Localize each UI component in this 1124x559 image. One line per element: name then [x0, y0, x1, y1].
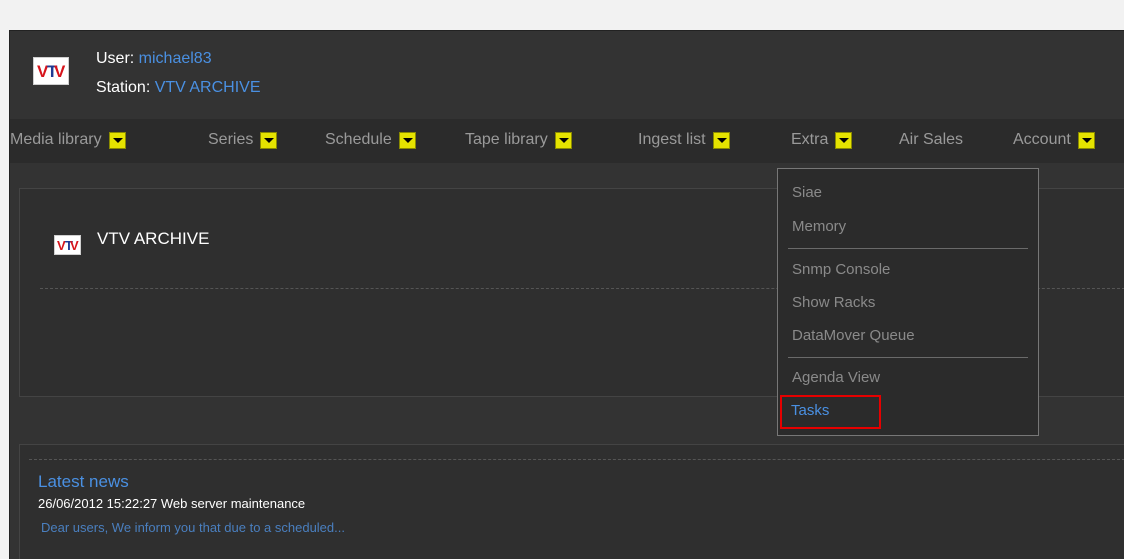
menu-media-library[interactable]: Media library: [10, 130, 126, 150]
menu-option-siae[interactable]: Siae: [792, 184, 822, 201]
menu-option-datamover-queue[interactable]: DataMover Queue: [792, 327, 915, 344]
news-item-headline: 26/06/2012 15:22:27 Web server maintenan…: [38, 496, 306, 511]
user-info: User: michael83: [96, 50, 212, 68]
dropdown-arrow-icon[interactable]: [835, 131, 853, 149]
user-name-link[interactable]: michael83: [139, 50, 212, 67]
latest-news-title[interactable]: Latest news: [38, 472, 129, 492]
vtv-logo-small: V T V: [54, 235, 81, 255]
menu-tape-library[interactable]: Tape library: [465, 130, 572, 150]
menu-option-show-racks[interactable]: Show Racks: [792, 294, 875, 311]
menu-option-memory[interactable]: Memory: [792, 218, 846, 235]
menu-option-agenda-view[interactable]: Agenda View: [792, 369, 880, 386]
menu-air-sales[interactable]: Air Sales: [899, 130, 963, 150]
menu-account[interactable]: Account: [1013, 130, 1095, 150]
menu-series[interactable]: Series: [208, 130, 278, 150]
station-info: Station: VTV ARCHIVE: [96, 79, 261, 97]
menu-option-tasks[interactable]: Tasks: [791, 402, 829, 419]
user-label: User:: [96, 50, 139, 67]
dropdown-arrow-icon[interactable]: [398, 131, 416, 149]
menu-ingest-list[interactable]: Ingest list: [638, 130, 730, 150]
dropdown-arrow-icon[interactable]: [260, 131, 278, 149]
divider: [29, 459, 1124, 460]
dropdown-arrow-icon[interactable]: [1077, 131, 1095, 149]
menu-schedule[interactable]: Schedule: [325, 130, 416, 150]
station-name-link[interactable]: VTV ARCHIVE: [155, 79, 261, 96]
dropdown-arrow-icon[interactable]: [554, 131, 572, 149]
menu-separator: [788, 357, 1028, 358]
menu-option-snmp-console[interactable]: Snmp Console: [792, 261, 890, 278]
vtv-logo: V T V: [33, 57, 69, 85]
menu-extra[interactable]: Extra: [791, 130, 853, 150]
menu-separator: [788, 248, 1028, 249]
main-menubar: Media library Series Schedule Tape libra…: [10, 119, 1124, 163]
station-label: Station:: [96, 79, 155, 96]
news-item-excerpt-link[interactable]: Dear users, We inform you that due to a …: [41, 520, 345, 535]
app-window: V T V User: michael83 Station: VTV ARCHI…: [9, 30, 1124, 559]
station-panel-title: VTV ARCHIVE: [97, 229, 210, 248]
dropdown-arrow-icon[interactable]: [108, 131, 126, 149]
dropdown-arrow-icon[interactable]: [712, 131, 730, 149]
